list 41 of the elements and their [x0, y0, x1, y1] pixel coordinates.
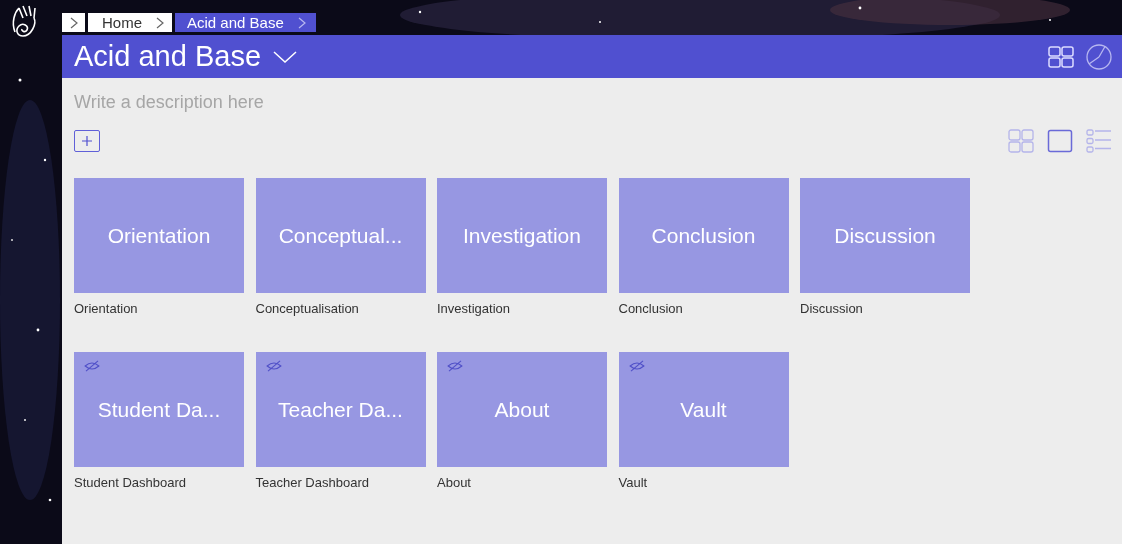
- description-field[interactable]: Write a description here: [74, 92, 474, 113]
- chevron-icon: [297, 16, 306, 29]
- tile-caption: Orientation: [74, 301, 138, 316]
- tile-title: Conclusion: [651, 223, 756, 248]
- plus-icon: [81, 135, 93, 147]
- tile-title: Orientation: [107, 223, 211, 248]
- grid-icon[interactable]: [1048, 45, 1074, 68]
- section-tile[interactable]: About: [437, 352, 607, 467]
- tile-title: Conceptual...: [278, 223, 403, 248]
- tile-caption: Conceptualisation: [255, 301, 359, 316]
- breadcrumb-chevron[interactable]: [62, 13, 85, 32]
- tile-caption: Vault: [618, 475, 648, 490]
- single-view-icon[interactable]: [1047, 129, 1073, 153]
- section-tile[interactable]: Vault: [618, 352, 789, 467]
- section-tile[interactable]: Investigation: [437, 178, 607, 293]
- section-tile[interactable]: Discussion: [800, 178, 970, 293]
- section-tile[interactable]: Student Da...: [74, 352, 244, 467]
- title-dropdown[interactable]: Acid and Base: [74, 40, 297, 73]
- section-tile[interactable]: Teacher Da...: [255, 352, 426, 467]
- caret-icon: [273, 50, 297, 63]
- tile-title: Discussion: [834, 223, 936, 248]
- tile-caption: Discussion: [800, 301, 863, 316]
- tile-caption: About: [437, 475, 471, 490]
- tile-caption: Student Dashboard: [74, 475, 187, 490]
- tile-title: Student Da...: [97, 397, 221, 422]
- breadcrumb-link[interactable]: Home: [88, 13, 172, 32]
- chevron-icon: [156, 16, 164, 29]
- tile-title: About: [494, 397, 550, 422]
- section-tile[interactable]: Conceptual...: [255, 178, 426, 293]
- tile-caption: Investigation: [437, 301, 510, 316]
- chevron-icon: [69, 16, 78, 29]
- section-tile[interactable]: Conclusion: [618, 178, 789, 293]
- tile-caption: Conclusion: [618, 301, 683, 316]
- tile-title: Teacher Da...: [278, 397, 403, 422]
- pie-chart-icon[interactable]: [1086, 43, 1112, 70]
- add-button[interactable]: [74, 130, 100, 152]
- breadcrumb-link[interactable]: Acid and Base: [175, 13, 316, 32]
- section-tile[interactable]: Orientation: [74, 178, 244, 293]
- tile-title: Vault: [680, 397, 727, 422]
- tile-caption: Teacher Dashboard: [255, 475, 369, 490]
- tile-title: Investigation: [463, 223, 581, 248]
